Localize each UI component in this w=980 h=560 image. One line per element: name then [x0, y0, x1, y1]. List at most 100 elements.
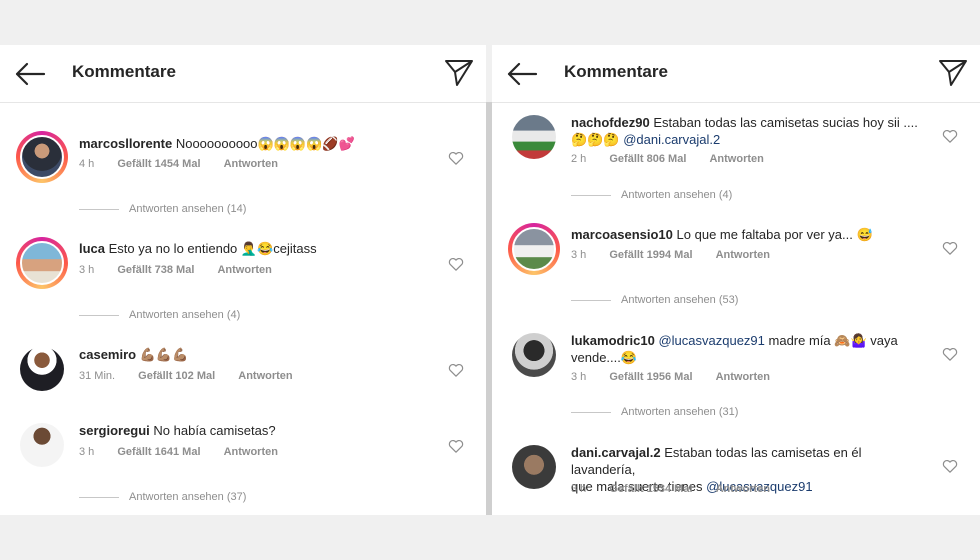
view-replies-link[interactable]: Antworten ansehen (37): [79, 491, 246, 503]
likes-count[interactable]: Gefällt 1454 Mal: [117, 158, 200, 170]
heart-icon[interactable]: [942, 240, 958, 255]
comment-text: luca Esto ya no lo entiendo 🤦‍♂️😂cejitas…: [79, 240, 430, 257]
likes-count[interactable]: Gefällt 1994 Mal: [609, 249, 692, 261]
divider: [571, 411, 611, 413]
header: Kommentare: [0, 45, 486, 103]
reply-button[interactable]: Antworten: [716, 249, 770, 261]
reply-button[interactable]: Antworten: [224, 446, 278, 458]
timestamp: 3 h: [571, 371, 587, 383]
avatar[interactable]: [512, 445, 556, 489]
comment-meta: 3 h Gefällt 1534 Mal Antworten: [571, 483, 790, 495]
back-arrow-icon[interactable]: [506, 61, 538, 87]
username-link[interactable]: casemiro: [79, 347, 136, 362]
left-comments-screen: Kommentare marcosllorente Noooooooooo😱😱😱…: [0, 45, 486, 515]
mention-link[interactable]: @dani.carvajal.2: [623, 132, 720, 147]
heart-icon[interactable]: [448, 150, 464, 165]
avatar-frame[interactable]: [16, 419, 68, 471]
avatar[interactable]: [512, 115, 556, 159]
likes-count[interactable]: Gefällt 1641 Mal: [117, 446, 200, 458]
comment-text: marcosllorente Noooooooooo😱😱😱😱🏈💕: [79, 135, 430, 152]
reply-button[interactable]: Antworten: [217, 264, 271, 276]
view-replies-link[interactable]: Antworten ansehen (53): [571, 294, 738, 306]
comment-meta: 3 h Gefällt 1641 Mal Antworten: [79, 446, 298, 458]
direct-send-icon[interactable]: [444, 58, 474, 88]
avatar-story-ring[interactable]: [16, 237, 68, 289]
heart-icon[interactable]: [448, 362, 464, 377]
likes-count[interactable]: Gefällt 1534 Mal: [609, 483, 692, 495]
comment-body: madre mía 🙈🤷‍♀️ vaya: [768, 333, 898, 348]
username-link[interactable]: lukamodric10: [571, 333, 655, 348]
avatar[interactable]: [20, 423, 64, 467]
timestamp: 2 h: [571, 153, 587, 165]
view-replies-link[interactable]: Antworten ansehen (31): [571, 406, 738, 418]
likes-count[interactable]: Gefällt 738 Mal: [117, 264, 194, 276]
likes-count[interactable]: Gefällt 1956 Mal: [609, 371, 692, 383]
likes-count[interactable]: Gefällt 806 Mal: [609, 153, 686, 165]
username-link[interactable]: sergioregui: [79, 423, 150, 438]
header: Kommentare: [492, 45, 980, 103]
reply-button[interactable]: Antworten: [716, 483, 770, 495]
list-item: luca Esto ya no lo entiendo 🤦‍♂️😂cejitas…: [0, 232, 486, 312]
divider: [79, 314, 119, 316]
comment-body-line2: vende....😂: [571, 350, 638, 365]
comment-text: sergioregui No había camisetas?: [79, 422, 430, 439]
avatar[interactable]: [512, 227, 556, 271]
heart-icon[interactable]: [942, 458, 958, 473]
reply-button[interactable]: Antworten: [224, 158, 278, 170]
heart-icon[interactable]: [942, 128, 958, 143]
comment-body: No había camisetas?: [153, 423, 276, 438]
username-link[interactable]: luca: [79, 241, 105, 256]
avatar-story-ring[interactable]: [16, 131, 68, 183]
timestamp: 31 Min.: [79, 370, 116, 382]
avatar[interactable]: [20, 347, 64, 391]
avatar-frame[interactable]: [508, 441, 560, 493]
comment-text: lukamodric10 @lucasvazquez91 madre mía 🙈…: [571, 332, 924, 366]
avatar-frame[interactable]: [508, 111, 560, 163]
comment-meta: 31 Min. Gefällt 102 Mal Antworten: [79, 370, 313, 382]
avatar[interactable]: [20, 241, 64, 285]
comment-meta: 3 h Gefällt 738 Mal Antworten: [79, 264, 292, 276]
username-link[interactable]: marcoasensio10: [571, 227, 673, 242]
timestamp: 3 h: [79, 446, 95, 458]
divider: [79, 496, 119, 498]
avatar-frame[interactable]: [16, 343, 68, 395]
likes-count[interactable]: Gefällt 102 Mal: [138, 370, 215, 382]
username-link[interactable]: dani.carvajal.2: [571, 445, 661, 460]
divider: [79, 208, 119, 210]
back-arrow-icon[interactable]: [14, 61, 46, 87]
avatar[interactable]: [20, 135, 64, 179]
comment-meta: 2 h Gefällt 806 Mal Antworten: [571, 153, 784, 165]
username-link[interactable]: marcosllorente: [79, 136, 172, 151]
direct-send-icon[interactable]: [938, 58, 968, 88]
list-item: sergioregui No había camisetas? 3 h Gefä…: [0, 414, 486, 494]
list-item: marcoasensio10 Lo que me faltaba por ver…: [492, 219, 980, 299]
heart-icon[interactable]: [448, 256, 464, 271]
avatar-story-ring[interactable]: [508, 223, 560, 275]
reply-button[interactable]: Antworten: [716, 371, 770, 383]
timestamp: 4 h: [79, 158, 95, 170]
heart-icon[interactable]: [448, 438, 464, 453]
comment-body: 💪🏽💪🏽💪🏽: [139, 347, 189, 362]
mention-link[interactable]: @lucasvazquez91: [658, 333, 764, 348]
view-replies-label: Antworten ansehen (53): [621, 294, 739, 306]
view-replies-label: Antworten ansehen (31): [621, 406, 739, 418]
avatar-frame[interactable]: [508, 329, 560, 381]
comment-body: Estaban todas las camisetas sucias hoy s…: [653, 115, 918, 130]
view-replies-link[interactable]: Antworten ansehen (14): [79, 203, 246, 215]
comment-body-line2: 🤔🤔🤔: [571, 132, 620, 147]
username-link[interactable]: nachofdez90: [571, 115, 650, 130]
right-comments-screen: Kommentare nachofdez90 Estaban todas las…: [492, 45, 980, 515]
list-item: dani.carvajal.2 Estaban todas las camise…: [492, 437, 980, 515]
view-replies-label: Antworten ansehen (14): [129, 203, 247, 215]
heart-icon[interactable]: [942, 346, 958, 361]
comment-meta: 3 h Gefällt 1994 Mal Antworten: [571, 249, 790, 261]
list-item: marcosllorente Noooooooooo😱😱😱😱🏈💕 4 h Gef…: [0, 126, 486, 206]
divider: [571, 194, 611, 196]
comment-body: Noooooooooo😱😱😱😱🏈💕: [175, 136, 355, 151]
view-replies-link[interactable]: Antworten ansehen (4): [79, 309, 240, 321]
reply-button[interactable]: Antworten: [709, 153, 763, 165]
comment-body: Lo que me faltaba por ver ya... 😅: [676, 227, 873, 242]
view-replies-link[interactable]: Antworten ansehen (4): [571, 189, 732, 201]
avatar[interactable]: [512, 333, 556, 377]
reply-button[interactable]: Antworten: [238, 370, 292, 382]
